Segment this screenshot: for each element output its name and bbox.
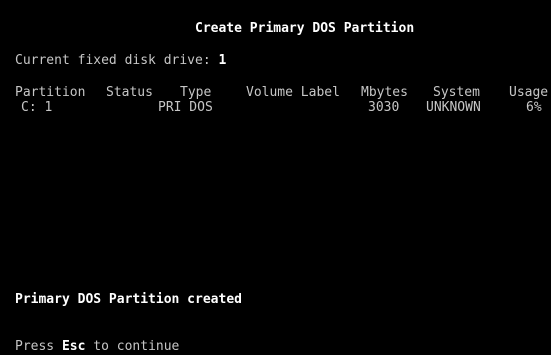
header-system: System bbox=[433, 85, 480, 100]
current-drive-line: Current fixed disk drive: 1 bbox=[15, 53, 226, 69]
screen-title: Create Primary DOS Partition bbox=[195, 21, 415, 36]
header-partition: Partition bbox=[15, 85, 86, 100]
header-status: Status bbox=[106, 85, 153, 100]
current-drive-label: Current fixed disk drive: bbox=[15, 53, 211, 68]
header-volume-label: Volume Label bbox=[246, 85, 340, 100]
header-type: Type bbox=[180, 85, 212, 100]
press-esc-prompt[interactable]: Press Esc to continue bbox=[15, 339, 179, 355]
cell-type: PRI DOS bbox=[158, 100, 213, 115]
current-drive-value: 1 bbox=[218, 53, 227, 68]
header-usage: Usage bbox=[509, 85, 549, 100]
cell-usage: 6% bbox=[526, 100, 542, 115]
cell-mbytes: 3030 bbox=[368, 100, 400, 115]
cell-partition: C: 1 bbox=[21, 100, 53, 115]
header-mbytes: Mbytes bbox=[361, 85, 408, 100]
dos-fdisk-screen: Create Primary DOS Partition Current fix… bbox=[0, 0, 551, 355]
status-message: Primary DOS Partition created bbox=[15, 292, 242, 307]
cell-system: UNKNOWN bbox=[426, 100, 481, 115]
